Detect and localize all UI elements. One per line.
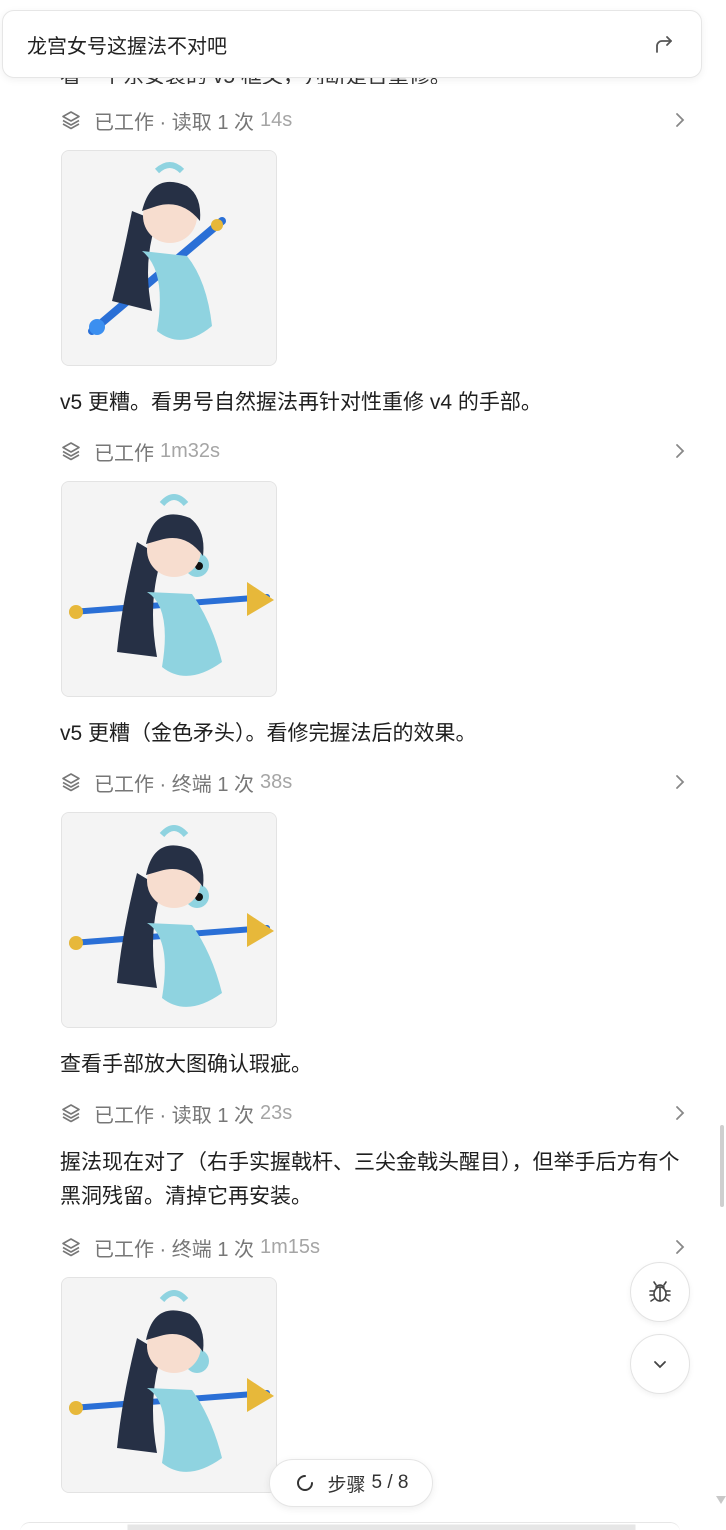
work-summary-label: 已工作 [94, 442, 154, 465]
step-indicator[interactable]: 步骤 5 / 8 [269, 1459, 433, 1507]
generated-image-thumbnail[interactable] [61, 481, 277, 697]
assistant-message: 握法现在对了（右手实握戟杆、三尖金戟头醒目），但举手后方有个黑洞残留。清掉它再安… [60, 1151, 680, 1208]
debug-button[interactable] [630, 1262, 690, 1322]
conversation-title: 龙宫女号这握法不对吧 [27, 35, 227, 58]
chevron-right-icon [676, 1240, 685, 1254]
chevron-right-icon [676, 113, 685, 127]
work-summary-label: 已工作 · 读取 1 次 [94, 111, 255, 134]
work-summary-row[interactable]: 已工作 · 终端 1 次 1m15s [60, 1231, 690, 1263]
work-duration: 14s [260, 108, 293, 131]
work-summary-row[interactable]: 已工作 1m32s [60, 435, 690, 467]
work-summary-row[interactable]: 已工作 · 读取 1 次 23s [60, 1097, 690, 1129]
generated-image-thumbnail[interactable] [61, 812, 277, 1028]
chevron-down-icon [654, 1361, 666, 1369]
work-summary-label: 已工作 · 读取 1 次 [94, 1104, 255, 1127]
work-summary-label: 已工作 · 终端 1 次 [94, 773, 255, 796]
generated-image-thumbnail[interactable] [61, 1277, 277, 1493]
chevron-right-icon [676, 775, 685, 789]
scrollbar-thumb[interactable] [720, 1125, 724, 1207]
work-duration: 1m15s [260, 1235, 321, 1258]
scroll-down-button[interactable] [630, 1334, 690, 1394]
work-summary-label: 已工作 · 终端 1 次 [94, 1238, 255, 1261]
work-summary-row[interactable]: 已工作 · 读取 1 次 14s [60, 104, 690, 136]
loading-spinner-icon [296, 1475, 313, 1491]
generated-image-thumbnail[interactable] [61, 150, 277, 366]
chevron-right-icon [676, 1106, 685, 1120]
assistant-message: v5 更糟。看男号自然握法再针对性重修 v4 的手部。 [60, 391, 542, 414]
work-duration: 38s [260, 770, 293, 793]
layers-icon [62, 1104, 80, 1123]
share-arrow-icon[interactable] [651, 31, 677, 57]
chat-page: 龙宫女号这握法不对吧 看一下东安装的 v5 框文，判断是否重修。 已工作 · 读… [0, 0, 726, 1530]
assistant-message: 查看手部放大图确认瑕疵。 [60, 1053, 312, 1076]
chevron-right-icon [676, 444, 685, 458]
conversation-title-bar: 龙宫女号这握法不对吧 [2, 10, 702, 78]
work-summary-row[interactable]: 已工作 · 终端 1 次 38s [60, 766, 690, 798]
layers-icon [62, 111, 80, 130]
layers-icon [62, 442, 80, 461]
layers-icon [62, 773, 80, 792]
layers-icon [62, 1238, 80, 1257]
work-duration: 1m32s [160, 439, 221, 462]
work-duration: 23s [260, 1101, 293, 1124]
scroll-down-arrow-icon[interactable] [715, 1495, 726, 1505]
bug-icon [649, 1281, 671, 1302]
step-label: 步骤 [327, 1474, 366, 1496]
composer-top-edge [20, 1522, 680, 1530]
assistant-message: v5 更糟（金色矛头）。看修完握法后的效果。 [60, 722, 477, 745]
step-count: 5 / 8 [371, 1472, 409, 1493]
